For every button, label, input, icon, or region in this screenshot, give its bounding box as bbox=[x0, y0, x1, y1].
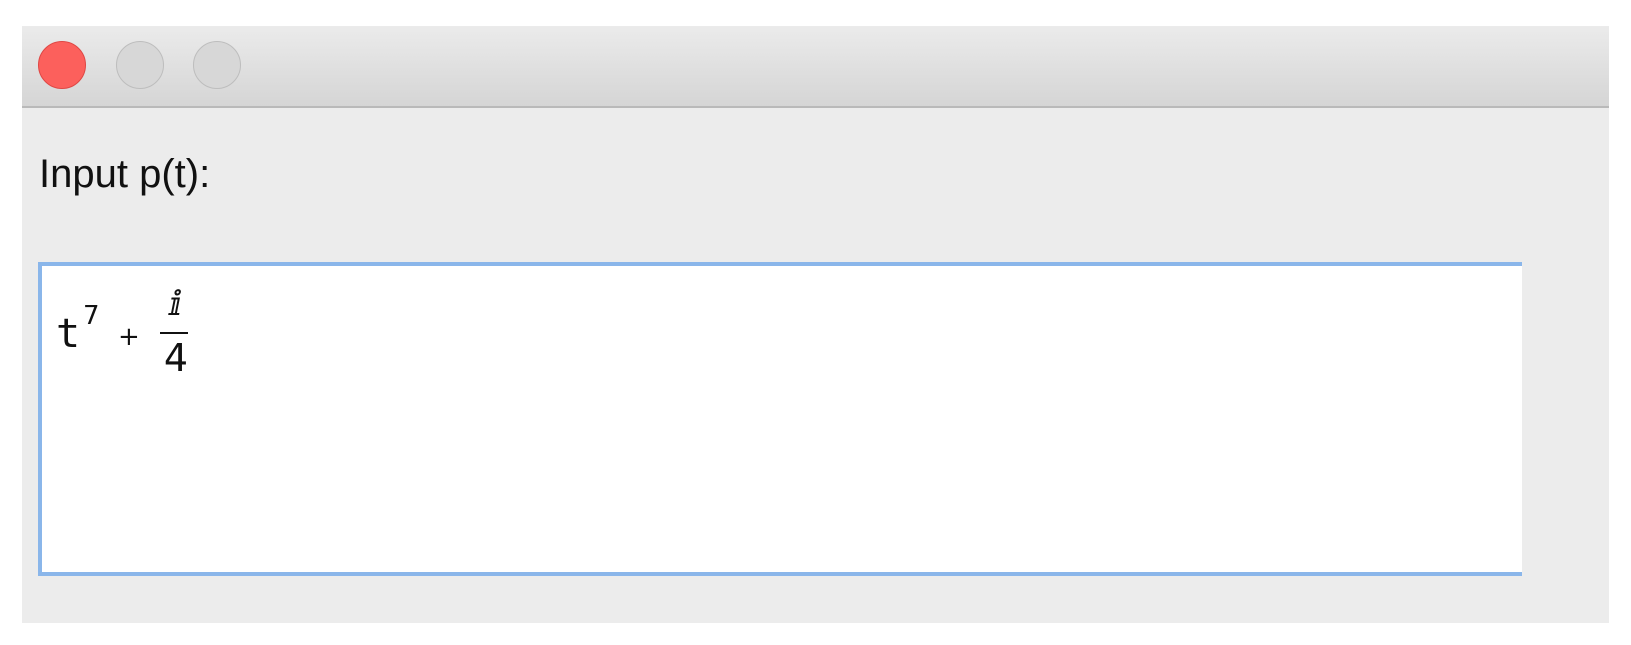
expression-input-field[interactable]: t 7 + ⅈ 4 bbox=[38, 262, 1522, 576]
expression-operator: + bbox=[118, 322, 140, 352]
fraction-denominator: 4 bbox=[163, 336, 189, 380]
minimize-window-button[interactable] bbox=[116, 41, 164, 89]
fraction-bar bbox=[160, 332, 188, 334]
input-label: Input p(t): bbox=[39, 152, 211, 196]
fraction-numerator: ⅈ bbox=[169, 284, 183, 324]
expression-exponent: 7 bbox=[83, 301, 100, 331]
zoom-window-button[interactable] bbox=[193, 41, 241, 89]
title-bar[interactable] bbox=[22, 26, 1609, 108]
app-window: Input p(t): t 7 + ⅈ 4 bbox=[22, 26, 1609, 623]
close-window-button[interactable] bbox=[38, 41, 86, 89]
expression-base: t bbox=[56, 311, 81, 357]
